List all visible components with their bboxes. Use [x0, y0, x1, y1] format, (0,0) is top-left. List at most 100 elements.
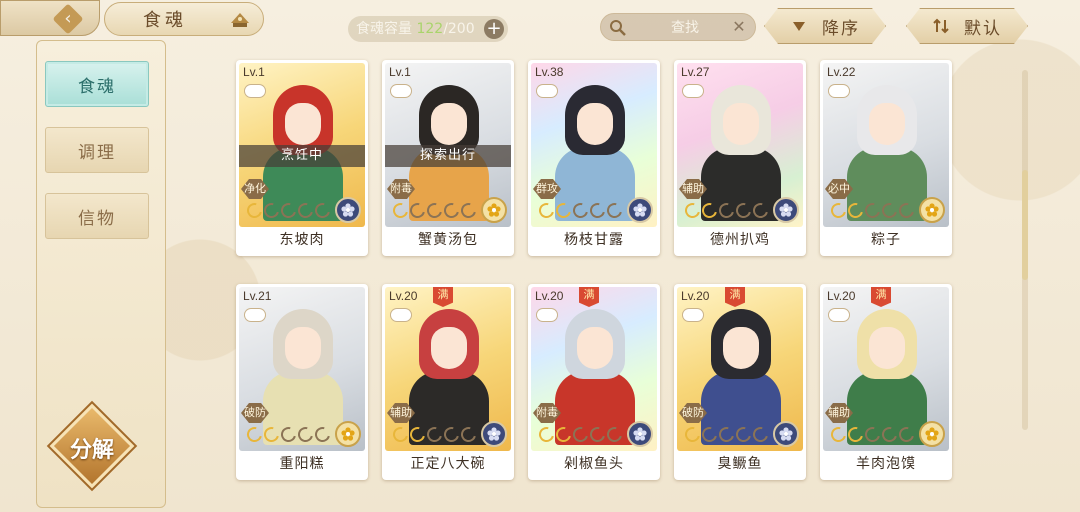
card-portrait-frame: Lv.22 必中	[823, 63, 949, 227]
star-icon	[699, 200, 720, 221]
decompose-button[interactable]: 分解	[49, 403, 135, 489]
card-name: 羊肉泡馍	[856, 456, 916, 472]
food-soul-card[interactable]: Lv.20 满附毒 剁椒鱼头	[528, 284, 660, 480]
element-badge-icon	[335, 421, 361, 447]
card-level: Lv.1	[389, 65, 411, 79]
lock-toggle-icon[interactable]	[683, 309, 703, 321]
back-arrow-icon: ‹	[52, 3, 84, 35]
star-icon	[390, 424, 411, 445]
star-icon	[682, 424, 703, 445]
food-soul-card[interactable]: Lv.20 满辅助 正定八大碗	[382, 284, 514, 480]
star-icon	[441, 200, 462, 221]
card-portrait-frame: Lv.20 满辅助	[823, 287, 949, 451]
food-soul-card[interactable]: Lv.20 满破防臭鳜鱼	[674, 284, 806, 480]
star-icon	[536, 200, 557, 221]
card-star-rating	[244, 424, 333, 445]
star-icon	[244, 200, 265, 221]
star-icon	[604, 424, 625, 445]
food-soul-card[interactable]: Lv.27 辅助 德州扒鸡	[674, 60, 806, 256]
page-title: 食魂	[143, 10, 187, 31]
star-icon	[407, 424, 428, 445]
lock-toggle-icon[interactable]	[537, 309, 557, 321]
flower-icon	[925, 427, 939, 441]
back-button[interactable]: ‹	[0, 0, 100, 36]
character-portrait	[839, 85, 935, 221]
lock-toggle-icon[interactable]	[683, 85, 703, 97]
search-input[interactable]: 查找	[641, 14, 729, 42]
element-badge-icon	[919, 197, 945, 223]
star-icon	[424, 200, 445, 221]
sort-default-button[interactable]: 默认	[906, 8, 1028, 44]
card-name: 臭鳜鱼	[717, 456, 763, 472]
lock-toggle-icon[interactable]	[391, 85, 411, 97]
scrollbar[interactable]	[1022, 70, 1028, 430]
lock-toggle-icon[interactable]	[245, 85, 265, 97]
food-soul-card[interactable]: Lv.22 必中粽子	[820, 60, 952, 256]
lock-toggle-icon[interactable]	[829, 85, 849, 97]
scrollbar-thumb[interactable]	[1022, 170, 1028, 280]
card-level: Lv.22	[827, 65, 856, 79]
max-level-ribbon: 满	[433, 287, 453, 307]
star-icon	[862, 200, 883, 221]
sort-desc-button[interactable]: 降序	[764, 8, 886, 44]
card-level: Lv.20	[389, 289, 418, 303]
food-soul-card[interactable]: Lv.21 破防 重阳糕	[236, 284, 368, 480]
card-portrait-frame: Lv.20 满破防	[677, 287, 803, 451]
card-star-rating	[390, 424, 479, 445]
card-name: 杨枝甘露	[564, 232, 624, 248]
card-name: 粽子	[871, 232, 901, 248]
character-face	[869, 103, 905, 145]
star-icon	[553, 200, 574, 221]
flower-icon	[779, 427, 793, 441]
star-icon	[458, 200, 479, 221]
star-icon	[828, 424, 849, 445]
card-portrait-frame: Lv.20 满辅助	[385, 287, 511, 451]
flower-icon	[341, 427, 355, 441]
star-icon	[244, 424, 265, 445]
card-star-rating	[244, 200, 333, 221]
star-icon	[896, 200, 917, 221]
capacity-display: 食魂容量 122/200 +	[348, 16, 508, 42]
star-icon	[261, 424, 282, 445]
lock-toggle-icon[interactable]	[829, 309, 849, 321]
flower-icon	[633, 203, 647, 217]
search-box[interactable]: 查找 ✕	[600, 13, 756, 41]
card-star-rating	[536, 200, 625, 221]
card-level: Lv.21	[243, 289, 272, 303]
food-soul-card[interactable]: Lv.20 满辅助羊肉泡馍	[820, 284, 952, 480]
sidebar-item-shihun[interactable]: 食魂	[45, 61, 149, 107]
sort-desc-label: 降序	[822, 18, 860, 39]
star-icon	[587, 424, 608, 445]
add-capacity-button[interactable]: +	[484, 19, 504, 39]
character-portrait	[255, 309, 351, 445]
star-icon	[750, 200, 771, 221]
food-soul-card[interactable]: Lv.1 探索出行 附毒 蟹黄汤包	[382, 60, 514, 256]
element-badge-icon	[773, 421, 799, 447]
star-icon	[295, 200, 316, 221]
lock-toggle-icon[interactable]	[537, 85, 557, 97]
sidebar-item-tiaoli[interactable]: 调理	[45, 127, 149, 173]
search-icon	[610, 20, 626, 36]
character-face	[723, 327, 759, 369]
character-face	[285, 103, 321, 145]
descending-icon	[790, 17, 808, 35]
sidebar-item-xinwu[interactable]: 信物	[45, 193, 149, 239]
star-icon	[278, 200, 299, 221]
flower-icon	[487, 427, 501, 441]
card-name: 东坡肉	[279, 232, 325, 248]
lock-toggle-icon[interactable]	[391, 309, 411, 321]
character-face	[431, 103, 467, 145]
star-icon	[570, 200, 591, 221]
card-status: 探索出行	[385, 145, 511, 167]
chef-hat-icon[interactable]	[229, 9, 251, 29]
flower-icon	[487, 203, 501, 217]
character-face	[577, 327, 613, 369]
character-face	[285, 327, 321, 369]
food-soul-card[interactable]: Lv.1 烹饪中 净化 东坡肉	[236, 60, 368, 256]
max-level-ribbon: 满	[579, 287, 599, 307]
star-icon	[716, 424, 737, 445]
clear-search-icon[interactable]: ✕	[729, 17, 749, 37]
star-icon	[570, 424, 591, 445]
lock-toggle-icon[interactable]	[245, 309, 265, 321]
food-soul-card[interactable]: Lv.38 群攻 杨枝甘露	[528, 60, 660, 256]
